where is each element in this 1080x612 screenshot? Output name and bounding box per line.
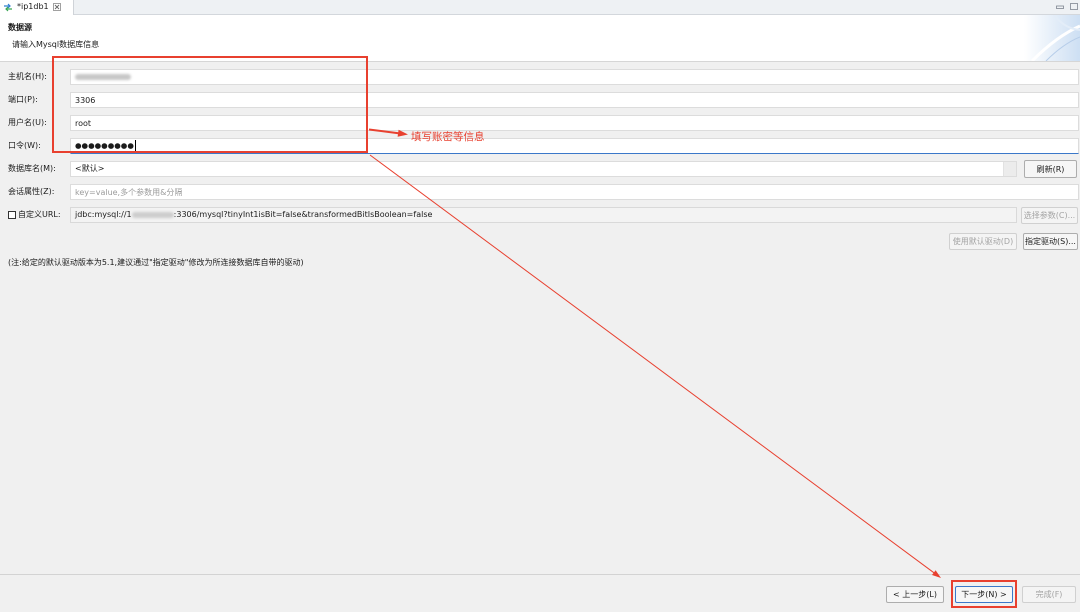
tab-ip1db1[interactable]: *ip1db1 [0, 0, 74, 15]
wizard-footer: < 上一步(L) 下一步(N) > 完成(F) [0, 574, 1080, 612]
refresh-button[interactable]: 刷新(R) [1024, 160, 1077, 178]
password-label: 口令(W): [8, 141, 41, 150]
editor-window: *ip1db1 数据源 请输入Mysql数据库信息 主机名(H): 端口(P):… [0, 0, 1080, 612]
tab-title: *ip1db1 [17, 2, 49, 11]
custom-url-field[interactable]: jdbc:mysql://1 :3306/mysql?tinyInt1isBit=… [70, 207, 1017, 223]
host-field[interactable] [70, 69, 1079, 85]
tab-bar: *ip1db1 [0, 0, 1080, 15]
url-prefix: jdbc:mysql://1 [75, 210, 132, 219]
url-host-blurred [131, 211, 174, 218]
next-button[interactable]: 下一步(N) > [955, 586, 1013, 603]
minimize-icon[interactable] [1056, 3, 1064, 10]
session-props-field[interactable] [70, 184, 1079, 200]
maximize-icon[interactable] [1070, 3, 1078, 10]
page-title: 数据源 [8, 23, 32, 32]
password-field[interactable]: ●●●●●●●●● [70, 138, 1079, 154]
port-label: 端口(P): [8, 95, 38, 104]
specify-driver-button[interactable]: 指定驱动(S)... [1023, 233, 1078, 250]
host-label: 主机名(H): [8, 72, 47, 81]
custom-url-label: 自定义URL: [18, 210, 61, 219]
select-params-button[interactable]: 选择参数(C)... [1021, 207, 1078, 224]
wizard-header: 数据源 请输入Mysql数据库信息 [0, 15, 1080, 62]
host-value-blurred [75, 74, 131, 80]
database-combo-value: <默认> [75, 164, 105, 173]
text-cursor [134, 140, 136, 151]
finish-button[interactable]: 完成(F) [1022, 586, 1076, 603]
database-label: 数据库名(M): [8, 164, 56, 173]
header-banner-graphic [1024, 15, 1080, 61]
combo-dropdown-button[interactable] [1003, 162, 1016, 176]
close-icon[interactable] [53, 3, 61, 11]
back-button[interactable]: < 上一步(L) [886, 586, 944, 603]
page-description: 请输入Mysql数据库信息 [12, 40, 100, 49]
driver-note: (注:给定的默认驱动版本为5.1,建议通过"指定驱动"修改为所连接数据库自带的驱… [8, 258, 304, 267]
database-combo[interactable]: <默认> [70, 161, 1017, 177]
username-field[interactable] [70, 115, 1079, 131]
default-driver-button[interactable]: 使用默认驱动(D) [949, 233, 1017, 250]
connection-icon [3, 3, 13, 12]
password-mask: ●●●●●●●●● [75, 141, 134, 150]
username-label: 用户名(U): [8, 118, 47, 127]
session-props-label: 会话属性(Z): [8, 187, 55, 196]
custom-url-checkbox[interactable] [8, 211, 16, 219]
url-suffix: :3306/mysql?tinyInt1isBit=false&transfor… [173, 210, 433, 219]
callout-text: 填写账密等信息 [411, 131, 485, 143]
port-field[interactable] [70, 92, 1079, 108]
